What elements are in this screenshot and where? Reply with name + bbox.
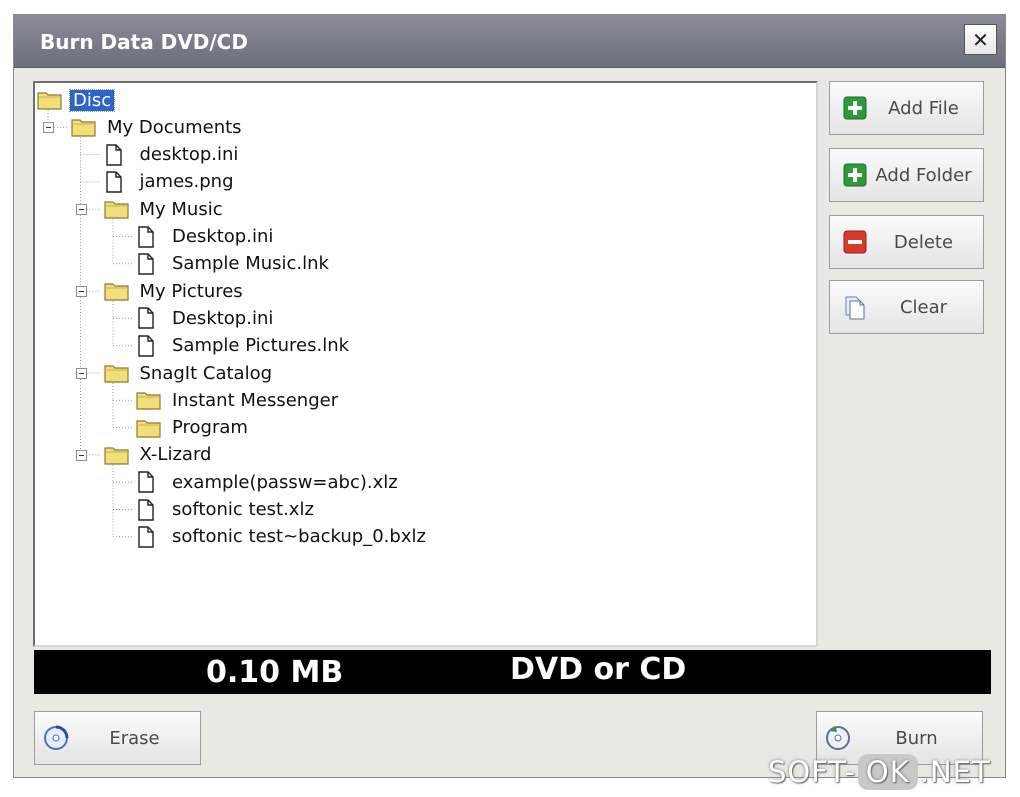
folder-icon	[136, 389, 162, 411]
folder-icon	[71, 116, 97, 138]
tree-item-label: desktop.ini	[139, 144, 239, 166]
tree-item-label: X-Lizard	[139, 444, 212, 466]
tree-item-label: Sample Music.lnk	[172, 253, 329, 275]
tree-file-item[interactable]: james.png	[104, 170, 237, 194]
file-icon	[136, 334, 162, 357]
tree-item-label: My Documents	[107, 116, 242, 138]
minus-red-icon	[842, 229, 868, 255]
file-tree[interactable]: Disc My Documents desktop.ini james.png My M…	[33, 81, 818, 647]
tree-folder-item[interactable]: My Documents	[71, 115, 245, 139]
tree-folder-item[interactable]: SnagIt Catalog	[103, 361, 276, 385]
add-file-button[interactable]: Add File	[829, 81, 984, 135]
tree-item-label: My Music	[139, 198, 223, 220]
file-icon	[104, 143, 130, 166]
erase-disc-icon	[43, 725, 69, 751]
file-icon	[104, 171, 130, 193]
total-size: 0.10 MB	[206, 655, 344, 690]
tree-item-label: Desktop.ini	[172, 226, 274, 247]
tree-file-item[interactable]: Sample Pictures.lnk	[136, 334, 352, 358]
add-file-label: Add File	[888, 97, 959, 119]
tree-file-item[interactable]: Sample Music.lnk	[136, 252, 332, 276]
collapse-toggle[interactable]	[75, 286, 87, 298]
delete-label: Delete	[893, 231, 954, 253]
delete-button[interactable]: Delete	[829, 215, 984, 269]
burn-disc-icon	[825, 725, 851, 751]
watermark: SOFT- OK .NET	[768, 752, 991, 792]
tree-file-item[interactable]: Desktop.ini	[136, 225, 276, 249]
add-folder-button[interactable]: Add Folder	[829, 148, 984, 202]
tree-file-item[interactable]: desktop.ini	[104, 143, 242, 167]
tree-folder-item[interactable]: Instant Messenger	[136, 388, 341, 412]
tree-file-item[interactable]: softonic test~backup_0.bxlz	[136, 525, 429, 549]
file-icon	[136, 225, 162, 248]
clear-button[interactable]: Clear	[829, 280, 984, 334]
collapse-toggle[interactable]	[75, 449, 87, 461]
file-icon	[136, 307, 162, 330]
watermark-right: .NET	[919, 755, 991, 789]
capacity-status-bar: 0.10 MB DVD or CD	[34, 650, 991, 694]
burn-label: Burn	[895, 727, 938, 749]
window-title: Burn Data DVD/CD	[40, 30, 248, 54]
tree-item-label: example(passw=abc).xlz	[172, 471, 398, 493]
open-folder-icon	[37, 89, 63, 111]
folder-icon	[103, 198, 130, 220]
burn-dialog: Burn Data DVD/CD ✕ Disc My Documents deskt…	[13, 14, 1006, 778]
tree-item-label: Disc	[68, 88, 116, 112]
clear-label: Clear	[899, 296, 948, 318]
media-type: DVD or CD	[510, 652, 687, 687]
file-icon	[136, 498, 162, 521]
clear-document-icon	[842, 294, 868, 320]
plus-green-icon	[842, 95, 868, 121]
tree-item-label: Program	[172, 417, 248, 439]
collapse-toggle[interactable]	[43, 122, 54, 134]
file-icon	[136, 253, 162, 275]
tree-item-label: SnagIt Catalog	[139, 362, 273, 384]
erase-label: Erase	[109, 727, 160, 749]
erase-button[interactable]: Erase	[34, 711, 201, 765]
folder-icon	[103, 362, 130, 384]
watermark-left: SOFT-	[768, 755, 856, 789]
close-icon: ✕	[972, 27, 989, 52]
tree-folder-item[interactable]: My Pictures	[103, 279, 246, 303]
tree-item-label: softonic test.xlz	[172, 499, 314, 520]
folder-icon	[103, 280, 130, 302]
tree-item-label: Sample Pictures.lnk	[172, 335, 350, 357]
watermark-middle: OK	[857, 754, 918, 790]
folder-icon	[136, 417, 162, 439]
tree-item-label: softonic test~backup_0.bxlz	[172, 526, 426, 548]
tree-item-label: My Pictures	[139, 280, 243, 302]
file-icon	[136, 526, 162, 548]
folder-icon	[103, 444, 130, 466]
title-bar[interactable]: Burn Data DVD/CD ✕	[14, 15, 1005, 68]
collapse-toggle[interactable]	[75, 368, 87, 379]
collapse-toggle[interactable]	[75, 204, 87, 216]
tree-item-label: james.png	[139, 171, 234, 193]
tree-folder-item[interactable]: My Music	[103, 197, 226, 221]
tree-folder-item[interactable]: X-Lizard	[103, 443, 215, 467]
tree-folder-item[interactable]: Program	[136, 416, 251, 440]
tree-file-item[interactable]: softonic test.xlz	[136, 498, 317, 522]
add-folder-label: Add Folder	[875, 164, 972, 186]
file-icon	[136, 471, 162, 493]
close-button[interactable]: ✕	[964, 24, 997, 55]
tree-file-item[interactable]: Desktop.ini	[136, 306, 276, 330]
tree-folder-item[interactable]: Disc	[37, 88, 116, 112]
tree-file-item[interactable]: example(passw=abc).xlz	[136, 470, 401, 494]
tree-item-label: Instant Messenger	[172, 389, 339, 411]
tree-item-label: Desktop.ini	[172, 307, 274, 329]
plus-green-icon	[842, 162, 868, 188]
